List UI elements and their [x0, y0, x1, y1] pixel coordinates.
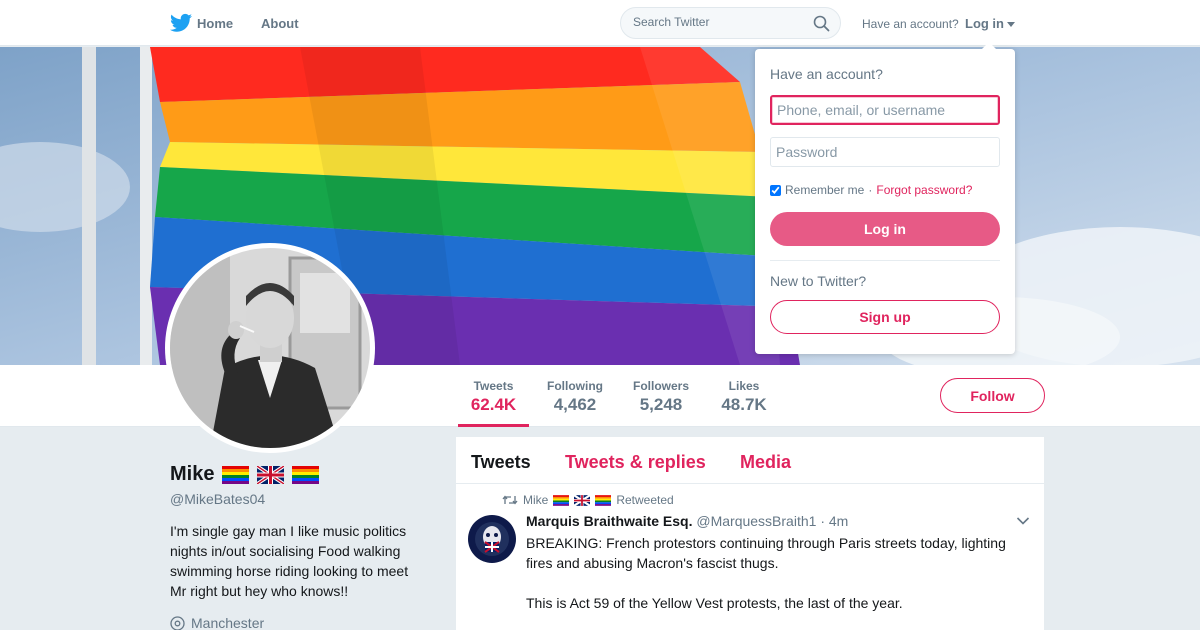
stat-followers[interactable]: Followers 5,248: [632, 379, 690, 415]
tab-tweets-replies[interactable]: Tweets & replies: [565, 452, 706, 473]
remember-separator: ·: [868, 183, 873, 197]
retweeted-label: Retweeted: [616, 493, 674, 507]
search-input[interactable]: [633, 15, 803, 29]
profile-location-text: Manchester: [191, 615, 265, 630]
rainbow-flag-icon: [553, 494, 570, 506]
profile-name: Mike: [170, 463, 320, 486]
profile-avatar[interactable]: [165, 243, 375, 453]
nav-about-link[interactable]: About: [261, 16, 299, 31]
profile-name-text: Mike: [170, 463, 215, 485]
search-icon[interactable]: [813, 15, 830, 32]
profile-bio: I'm single gay man I like music politics…: [170, 523, 409, 599]
login-toggle-label: Log in: [965, 16, 1004, 31]
tab-media[interactable]: Media: [740, 452, 791, 473]
remember-label[interactable]: Remember me: [785, 183, 864, 197]
login-dropdown: Have an account? Remember me · Forgot pa…: [755, 42, 1015, 354]
dropdown-title: Have an account?: [770, 66, 883, 82]
stat-following-label: Following: [547, 379, 603, 393]
tweet-text-paragraph: This is Act 59 of the Yellow Vest protes…: [526, 595, 903, 611]
retweet-icon: [502, 495, 518, 505]
rainbow-flag-icon: [222, 465, 250, 484]
stat-followers-value: 5,248: [639, 395, 683, 414]
top-nav-bar: Home About Have an account? Log in: [0, 0, 1200, 46]
nav-home-link[interactable]: Home: [197, 16, 233, 31]
stat-following[interactable]: Following 4,462: [547, 379, 603, 415]
retweeter-name[interactable]: Mike: [523, 493, 548, 507]
tweet-text: BREAKING: French protestors continuing t…: [526, 533, 1026, 613]
retweet-context: Mike Retweeted: [502, 493, 674, 507]
tweet-author-avatar[interactable]: [468, 515, 516, 563]
signup-button[interactable]: Sign up: [770, 300, 1000, 334]
rainbow-flag-icon: [595, 494, 612, 506]
tab-tweets[interactable]: Tweets: [471, 452, 531, 473]
tweet-timestamp[interactable]: 4m: [829, 513, 848, 529]
profile-handle[interactable]: @MikeBates04: [170, 491, 265, 507]
tweet-item[interactable]: Mike Retweeted Marquis Braithwaite Esq. …: [456, 484, 1044, 630]
new-to-twitter-text: New to Twitter?: [770, 273, 867, 289]
stat-following-value: 4,462: [553, 395, 597, 414]
remember-checkbox[interactable]: [770, 184, 781, 196]
tweet-separator: ·: [820, 513, 825, 529]
timeline-tabs: Tweets Tweets & replies Media: [456, 437, 1044, 484]
tweet-author-name[interactable]: Marquis Braithwaite Esq.: [526, 513, 692, 529]
location-pin-icon: [170, 615, 185, 630]
remember-row: Remember me · Forgot password?: [770, 183, 972, 197]
divider: [770, 260, 1000, 261]
have-account-text: Have an account?: [862, 17, 959, 31]
tweet-header: Marquis Braithwaite Esq. @MarquessBraith…: [526, 513, 848, 529]
rainbow-flag-icon: [292, 465, 320, 484]
password-field[interactable]: [770, 137, 1000, 167]
login-dropdown-toggle[interactable]: Log in: [965, 16, 1015, 31]
author-avatar-image: [468, 515, 516, 563]
tweet-text-paragraph: BREAKING: French protestors continuing t…: [526, 535, 1006, 571]
login-button[interactable]: Log in: [770, 212, 1000, 246]
stat-likes[interactable]: Likes 48.7K: [719, 379, 769, 415]
stat-tweets-label: Tweets: [473, 379, 514, 393]
stat-tweets-value: 62.4K: [470, 395, 517, 414]
username-field[interactable]: [770, 95, 1000, 125]
forgot-password-link[interactable]: Forgot password?: [876, 183, 972, 197]
chevron-down-icon[interactable]: [1016, 516, 1030, 526]
stat-followers-label: Followers: [632, 379, 689, 393]
follow-button[interactable]: Follow: [940, 378, 1045, 413]
avatar-photo: [170, 248, 370, 448]
timeline: Tweets Tweets & replies Media Mike Retwe: [456, 437, 1044, 630]
twitter-bird-icon[interactable]: [170, 13, 192, 33]
stat-likes-label: Likes: [728, 379, 760, 393]
tweet-author-handle[interactable]: @MarquessBraith1: [696, 513, 816, 529]
stat-likes-value: 48.7K: [721, 395, 767, 414]
search-box[interactable]: [620, 7, 841, 39]
caret-down-icon: [1007, 22, 1015, 28]
uk-flag-icon: [257, 465, 285, 484]
stat-tweets[interactable]: Tweets 62.4K: [458, 379, 529, 427]
uk-flag-icon: [574, 494, 591, 506]
profile-location: Manchester: [170, 615, 264, 630]
